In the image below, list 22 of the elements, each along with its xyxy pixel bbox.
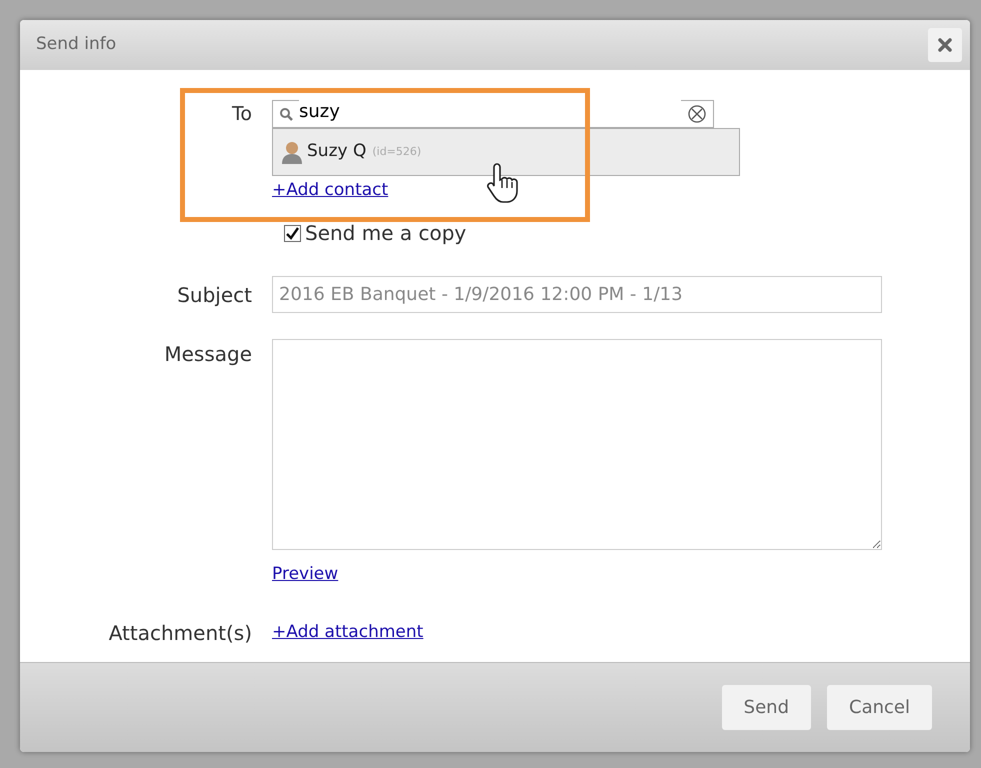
add-contact-link[interactable]: +Add contact — [272, 180, 388, 200]
field-label: Subject — [176, 282, 252, 308]
message-field[interactable] — [272, 339, 882, 550]
field-label: To — [230, 102, 252, 127]
field-label: Attachment(s) — [108, 620, 252, 646]
contact-name: Suzy Q — [307, 140, 366, 164]
cancel-button[interactable]: Cancel — [827, 685, 932, 730]
checkbox[interactable] — [284, 224, 301, 242]
recipient-search-field[interactable]: suzy — [272, 100, 714, 128]
close-button[interactable] — [928, 28, 962, 62]
close-icon — [937, 37, 953, 53]
dialog-title: Send info — [36, 33, 116, 56]
checkbox-label: Send me a copy — [305, 220, 466, 247]
clear-icon[interactable] — [687, 104, 707, 124]
search-icon — [279, 107, 293, 121]
preview-link[interactable]: Preview — [272, 562, 338, 588]
field-label: Message — [163, 341, 252, 368]
add-attachment-link[interactable]: +Add attachment — [272, 620, 424, 646]
suggestion-item[interactable]: Suzy Q (id=526) — [273, 129, 739, 175]
contact-id: (id=526) — [372, 144, 422, 160]
send-button[interactable]: Send — [722, 685, 812, 730]
person-icon — [281, 140, 303, 164]
